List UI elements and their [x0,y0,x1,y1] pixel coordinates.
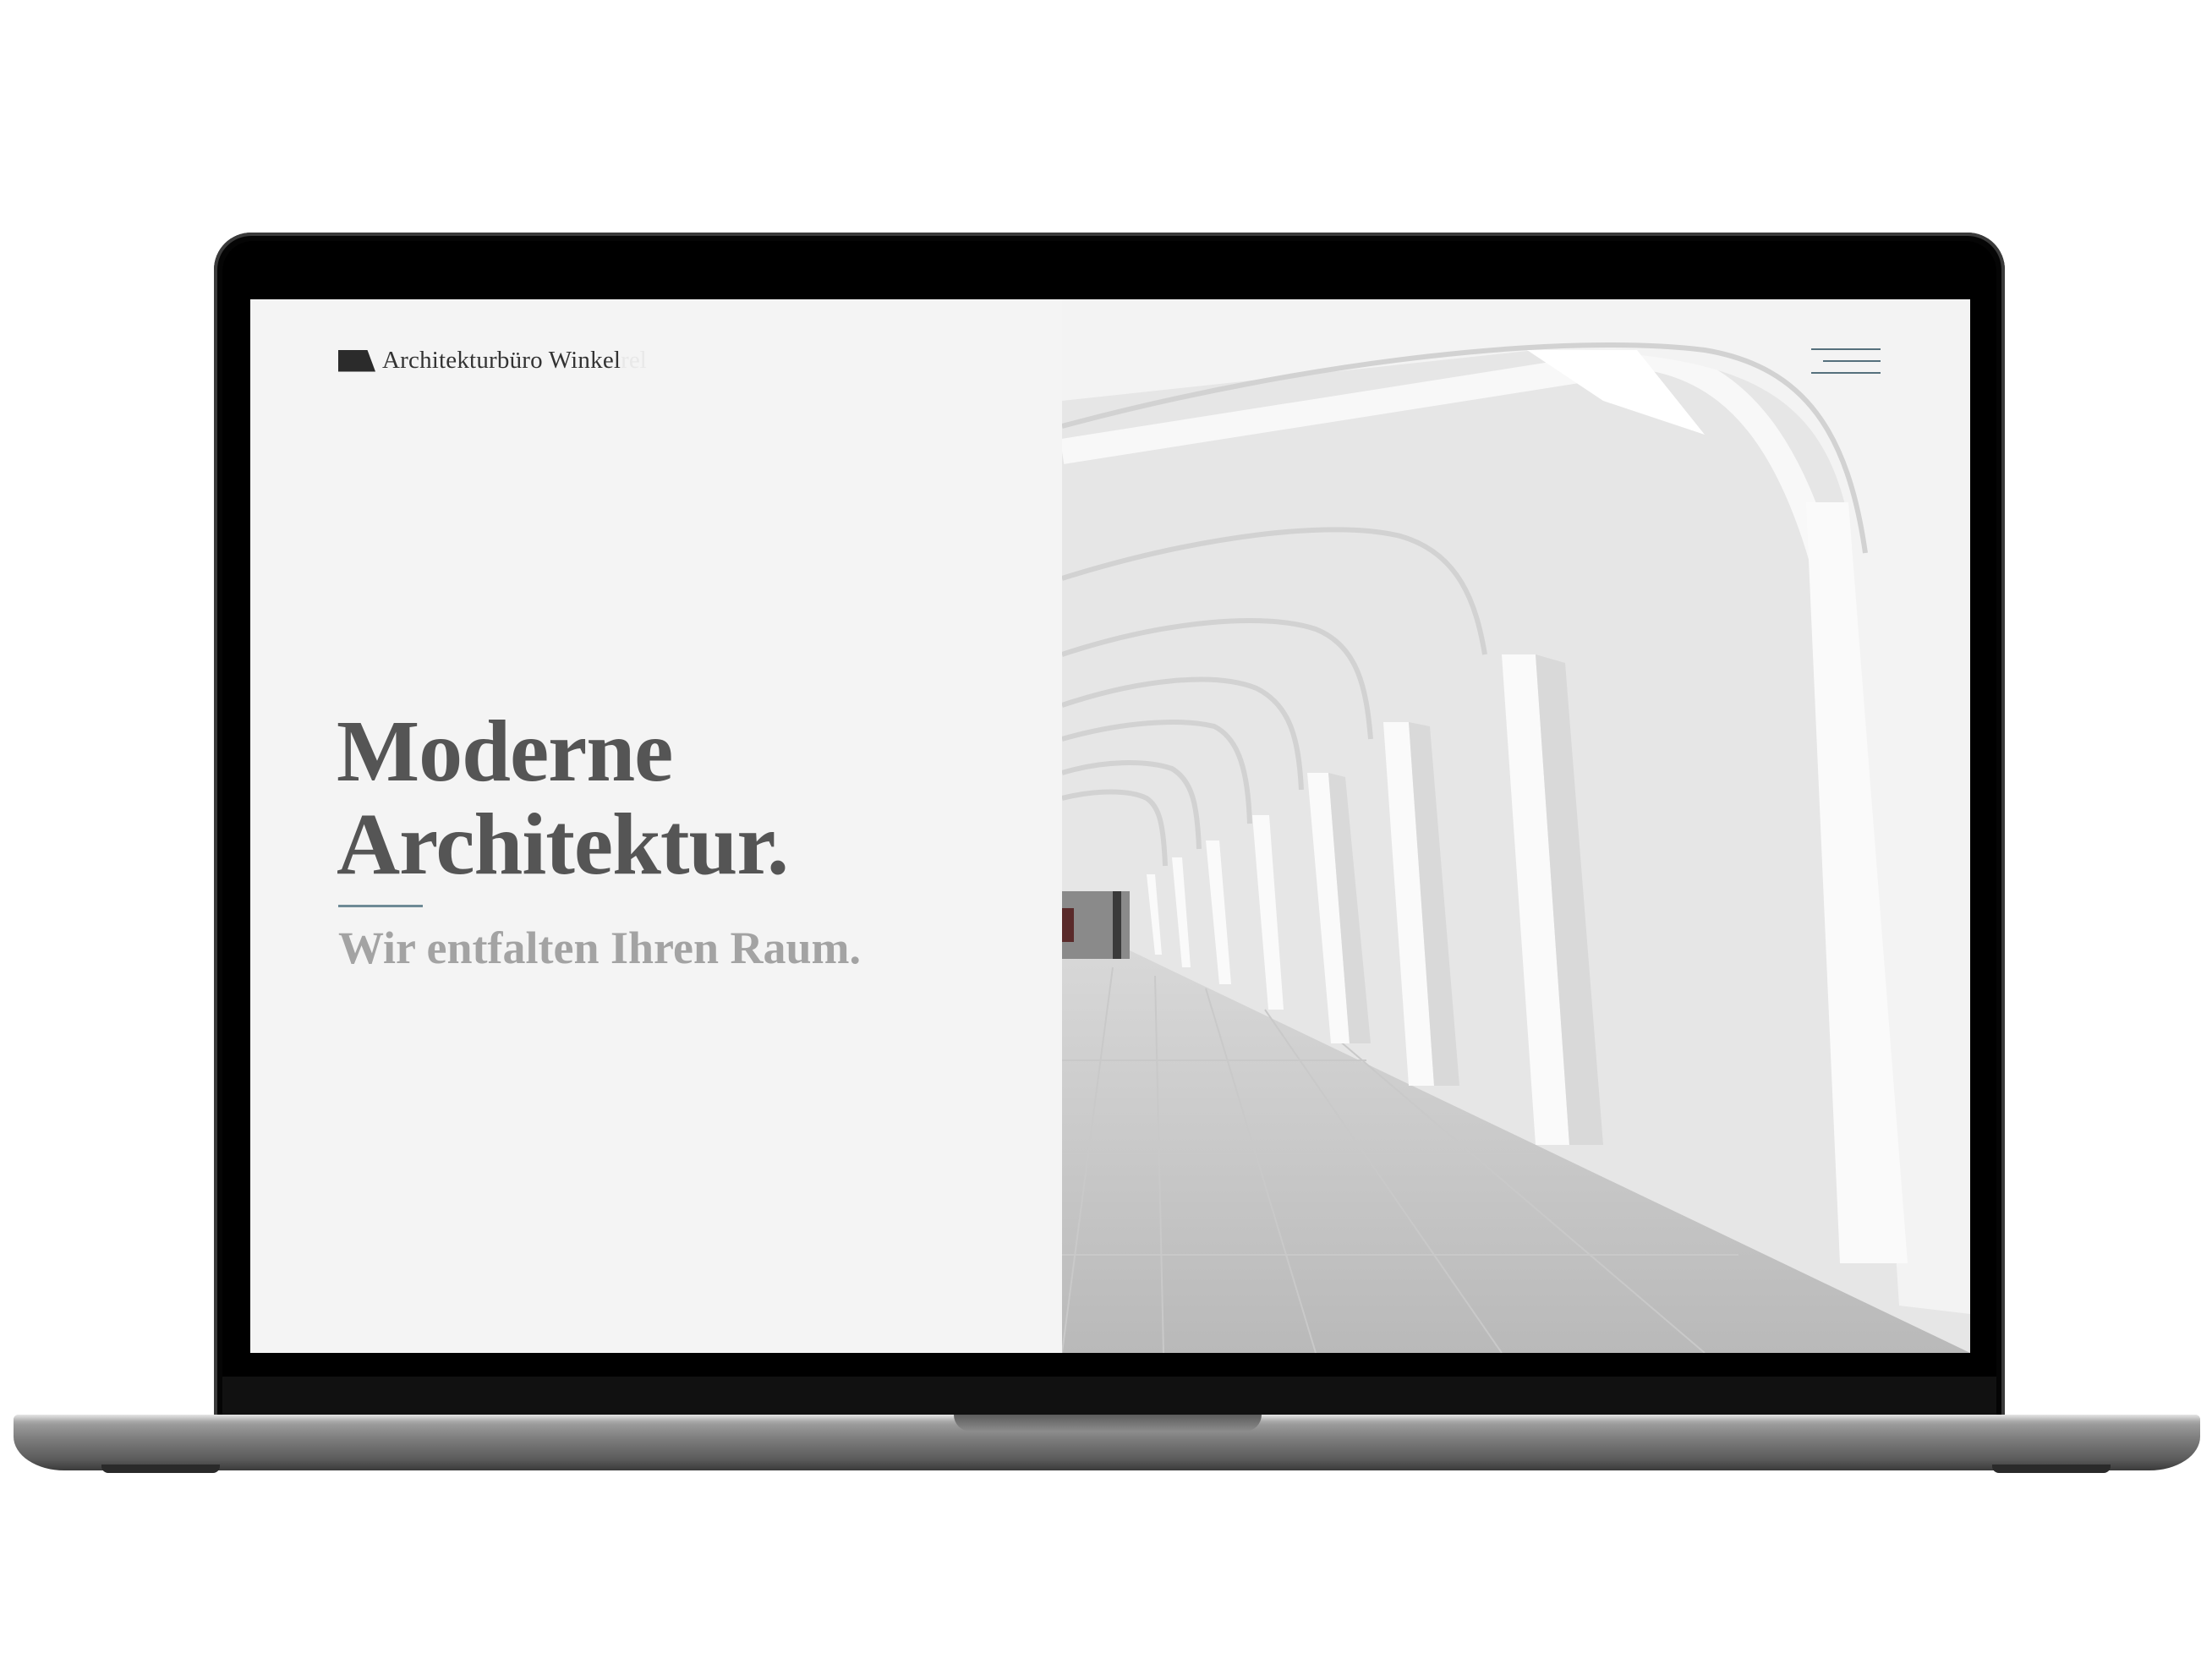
hero-image-corridor [1062,299,1970,1353]
menu-line [1811,372,1881,374]
laptop-screen: Architekturbüro Winkel rel Moderne Archit… [250,299,1970,1353]
logo-mark-icon [338,349,375,372]
laptop-foot-left [101,1465,220,1473]
hero-headline-line-2: Architektur. [337,796,789,893]
hamburger-menu-icon[interactable] [1811,347,1881,375]
logo-text-suffix: rel [621,347,647,374]
hero-text-panel: Architekturbüro Winkel rel Moderne Archit… [250,299,1062,1353]
laptop-opening-notch [954,1415,1262,1432]
hero-subline: Wir entfalten Ihren Raum. [338,923,862,973]
hero-headline: Moderne Architektur. [337,703,789,893]
site-logo[interactable]: Architekturbüro Winkel rel [338,347,647,375]
menu-line [1811,348,1881,350]
menu-line [1823,360,1881,362]
laptop-chin [222,1377,1996,1415]
logo-text: Architekturbüro Winkel [382,347,621,374]
corridor-illustration [1062,299,1970,1353]
hero-headline-line-1: Moderne [337,703,673,800]
headline-divider [338,905,423,907]
laptop-foot-right [1992,1465,2111,1473]
